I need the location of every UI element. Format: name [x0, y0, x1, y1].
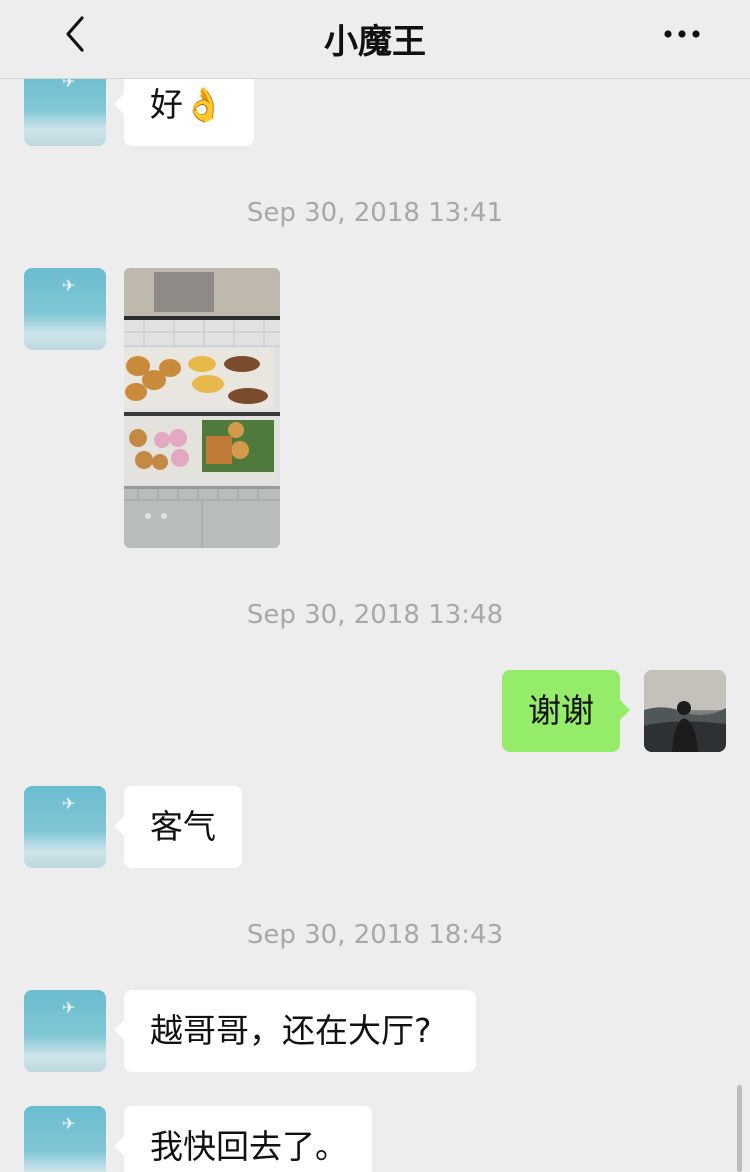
received-message-bubble[interactable]: 我快回去了。	[114, 1106, 372, 1172]
airplane-icon: ✈	[62, 1114, 76, 1133]
contact-avatar[interactable]: ✈	[24, 990, 106, 1072]
message-text: 好👌	[150, 85, 225, 124]
scrollbar[interactable]	[737, 1085, 742, 1172]
chat-title: 小魔王	[324, 22, 426, 62]
nav-bar: 小魔王	[0, 0, 750, 79]
message-text: 我快回去了。	[150, 1127, 348, 1166]
bakery-photo	[124, 268, 280, 548]
more-dots-icon[interactable]	[664, 24, 704, 44]
image-message[interactable]	[124, 268, 280, 548]
contact-avatar[interactable]: ✈	[24, 786, 106, 868]
sent-message-bubble[interactable]: 谢谢	[502, 670, 630, 752]
message-timestamp: Sep 30, 2018 13:48	[246, 600, 504, 630]
airplane-icon: ✈	[62, 276, 76, 295]
received-message-bubble[interactable]: 越哥哥，还在大厅?	[114, 990, 476, 1072]
message-text: 谢谢	[528, 691, 594, 730]
chat-area[interactable]: ✈ 好👌 Sep 30, 2018 13:41 ✈ Sep 30, 2018 1…	[0, 0, 750, 1172]
message-timestamp: Sep 30, 2018 18:43	[246, 920, 504, 950]
my-avatar[interactable]	[644, 670, 726, 752]
contact-avatar[interactable]: ✈	[24, 268, 106, 350]
received-message-bubble[interactable]: 客气	[114, 786, 242, 868]
message-timestamp: Sep 30, 2018 13:41	[246, 198, 504, 228]
message-text: 客气	[150, 807, 216, 846]
airplane-icon: ✈	[62, 998, 76, 1017]
contact-avatar[interactable]: ✈	[24, 1106, 106, 1172]
airplane-icon: ✈	[62, 794, 76, 813]
person-silhouette-icon	[644, 670, 726, 752]
message-text: 越哥哥，还在大厅?	[150, 1011, 432, 1050]
